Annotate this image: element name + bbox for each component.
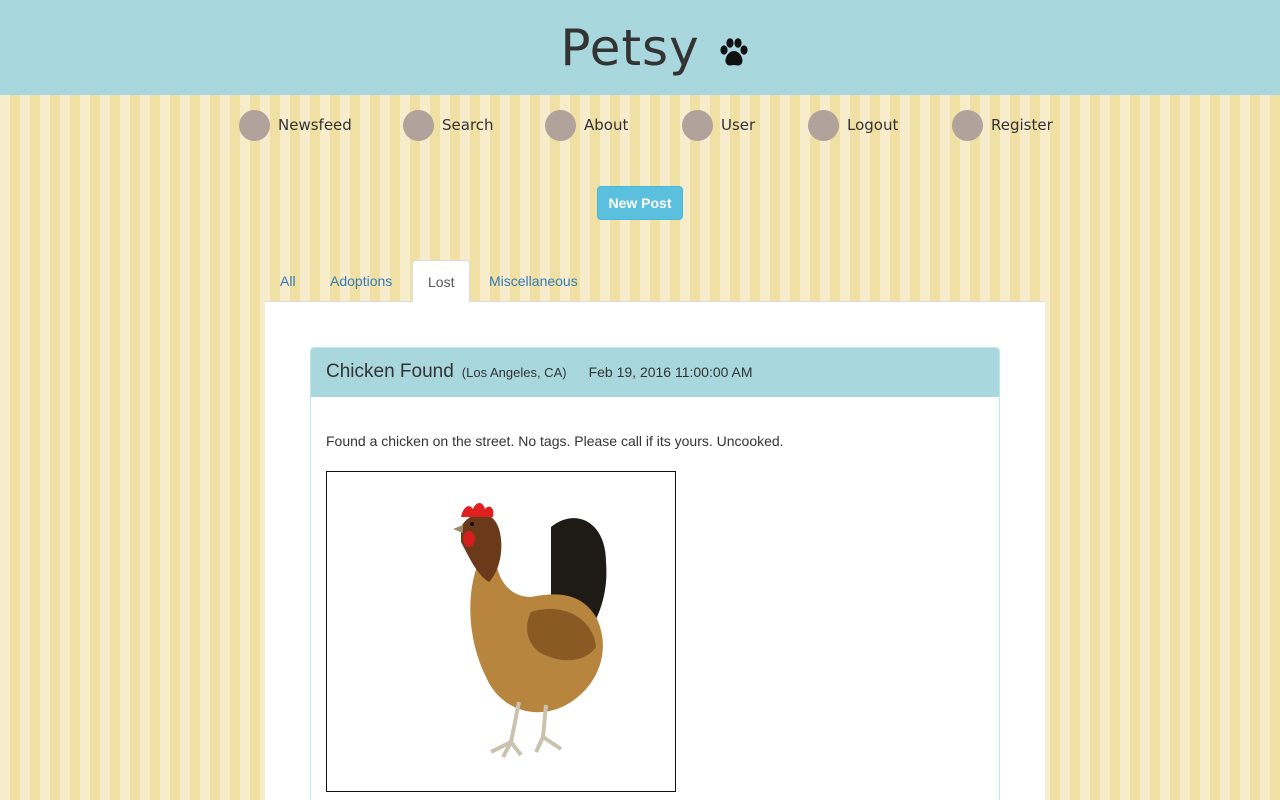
nav-logout-icon	[808, 109, 839, 141]
nav-user-icon	[682, 109, 713, 141]
tab-lost[interactable]: Lost	[412, 260, 471, 303]
site-header: Petsy	[0, 0, 1280, 95]
nav-item-label: Search	[442, 116, 494, 134]
nav-item-label: About	[584, 116, 629, 134]
tab-all[interactable]: All	[265, 260, 311, 302]
nav-item-user[interactable]: User	[682, 109, 755, 141]
nav-newsfeed-icon	[239, 109, 270, 141]
brand-title[interactable]: Petsy	[560, 19, 699, 77]
nav-search-icon	[403, 109, 434, 141]
category-tabs: All Adoptions Lost Miscellaneous	[265, 260, 1045, 303]
tab-miscellaneous[interactable]: Miscellaneous	[474, 260, 593, 302]
nav-item-label: Logout	[847, 116, 899, 134]
paw-icon	[720, 37, 748, 65]
post-card: Chicken Found (Los Angeles, CA) Feb 19, …	[310, 347, 1000, 800]
nav-item-label: Newsfeed	[278, 116, 352, 134]
chicken-image	[453, 502, 607, 758]
main-nav: Newsfeed Search About User Logout Regist…	[0, 109, 1280, 141]
nav-register-icon	[952, 109, 983, 141]
tab-content: Chicken Found (Los Angeles, CA) Feb 19, …	[265, 302, 1045, 800]
post-photo	[326, 471, 676, 792]
nav-about-icon	[545, 109, 576, 141]
tab-adoptions[interactable]: Adoptions	[315, 260, 407, 302]
nav-item-logout[interactable]: Logout	[808, 109, 898, 141]
post-title: Chicken Found	[326, 361, 454, 382]
post-location: (Los Angeles, CA)	[461, 365, 567, 380]
nav-item-about[interactable]: About	[545, 109, 628, 141]
nav-item-search[interactable]: Search	[403, 109, 494, 141]
post-heading: Chicken Found (Los Angeles, CA) Feb 19, …	[311, 348, 999, 397]
nav-item-register[interactable]: Register	[952, 109, 1053, 141]
nav-item-label: User	[721, 116, 756, 134]
post-body-container: Found a chicken on the street. No tags. …	[311, 397, 999, 792]
post-date: Feb 19, 2016 11:00:00 AM	[588, 364, 753, 380]
nav-item-label: Register	[991, 116, 1053, 134]
nav-item-newsfeed[interactable]: Newsfeed	[239, 109, 352, 141]
post-body: Found a chicken on the street. No tags. …	[326, 433, 784, 449]
new-post-button[interactable]: New Post	[597, 186, 683, 220]
